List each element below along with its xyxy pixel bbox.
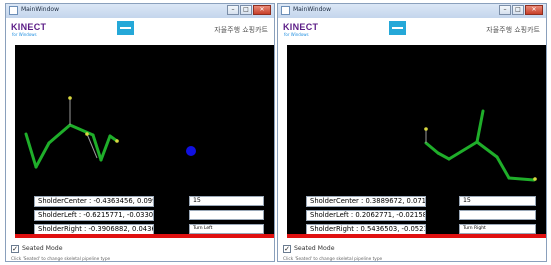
bone bbox=[99, 134, 112, 162]
skeleton-drawing bbox=[24, 96, 196, 169]
skeleton-drawing bbox=[424, 109, 537, 182]
pipeline-hint-text: Click 'Seated' to change skeletal pipeli… bbox=[11, 257, 111, 262]
window-titlebar[interactable]: MainWindow – □ ✕ bbox=[6, 4, 274, 18]
kinect-sensor-icon bbox=[117, 21, 134, 35]
window-app-icon bbox=[9, 6, 18, 15]
seated-mode-label: Seated Mode bbox=[22, 245, 63, 252]
bone bbox=[91, 133, 103, 162]
close-button[interactable]: ✕ bbox=[525, 5, 543, 15]
target-dot bbox=[186, 146, 196, 156]
secondary-field[interactable] bbox=[189, 210, 264, 220]
bone bbox=[47, 123, 72, 145]
window-title: MainWindow bbox=[293, 6, 331, 13]
joint bbox=[533, 177, 537, 181]
bone bbox=[34, 141, 51, 169]
skeleton-bones-right bbox=[424, 109, 536, 182]
kinect-logo-subtitle: for Windows bbox=[12, 32, 37, 37]
kinect-logo: KINECT bbox=[11, 22, 47, 32]
close-button[interactable]: ✕ bbox=[253, 5, 271, 15]
window-titlebar[interactable]: MainWindow – □ ✕ bbox=[278, 4, 546, 18]
distance-field[interactable]: 15 bbox=[459, 196, 536, 206]
bone bbox=[424, 141, 440, 155]
kinect-logo: KINECT bbox=[283, 22, 319, 32]
bone bbox=[507, 176, 536, 182]
seated-mode-checkbox[interactable]: ✓ bbox=[283, 244, 291, 253]
bone bbox=[495, 155, 511, 180]
shoulder-left-readout: SholderLeft : -0.6215771, -0.0330674 bbox=[34, 210, 154, 221]
window-app-icon bbox=[281, 6, 290, 15]
maximize-button[interactable]: □ bbox=[240, 5, 252, 15]
distance-field[interactable]: 15 bbox=[189, 196, 264, 206]
direction-field[interactable]: Turn Left bbox=[189, 224, 264, 234]
joint bbox=[85, 132, 89, 136]
shoulder-left-readout: SholderLeft : 0.2062771, -0.0215861 bbox=[306, 210, 426, 221]
skeleton-bones-left bbox=[24, 123, 119, 169]
seated-mode-checkbox[interactable]: ✓ bbox=[11, 244, 19, 253]
shoulder-center-readout: SholderCenter : -0.4363456, 0.099226 bbox=[34, 196, 154, 207]
main-window-right: MainWindow – □ ✕ KINECT for Windows 자율주행… bbox=[277, 3, 547, 262]
window-controls: – □ ✕ bbox=[499, 5, 543, 15]
bone bbox=[436, 151, 451, 161]
bone bbox=[475, 109, 485, 144]
window-controls: – □ ✕ bbox=[227, 5, 271, 15]
bone bbox=[475, 140, 499, 159]
bone bbox=[24, 132, 38, 169]
bone bbox=[447, 140, 479, 161]
status-bar bbox=[15, 234, 274, 238]
seated-mode-toggle[interactable]: ✓ Seated Mode bbox=[283, 244, 335, 253]
direction-field[interactable]: Turn Right bbox=[459, 224, 536, 234]
main-window-left: MainWindow – □ ✕ KINECT for Windows 자율주행… bbox=[5, 3, 275, 262]
seated-mode-toggle[interactable]: ✓ Seated Mode bbox=[11, 244, 63, 253]
status-bar bbox=[287, 234, 546, 238]
skeleton-viewport bbox=[15, 45, 274, 237]
app-title: 자율주행 쇼핑카트 bbox=[486, 26, 540, 34]
minimize-button[interactable]: – bbox=[227, 5, 239, 15]
minimize-button[interactable]: – bbox=[499, 5, 511, 15]
pipeline-hint-text: Click 'Seated' to change skeletal pipeli… bbox=[283, 257, 383, 262]
kinect-logo-subtitle: for Windows bbox=[284, 32, 309, 37]
joint bbox=[115, 139, 119, 143]
skeleton-viewport bbox=[287, 45, 546, 237]
app-title: 자율주행 쇼핑카트 bbox=[214, 26, 268, 34]
shoulder-center-readout: SholderCenter : 0.3889672, 0.071527 bbox=[306, 196, 426, 207]
window-client-area: KINECT for Windows 자율주행 쇼핑카트 SholderCent… bbox=[278, 18, 546, 261]
joint bbox=[68, 96, 72, 100]
seated-mode-label: Seated Mode bbox=[294, 245, 335, 252]
window-client-area: KINECT for Windows 자율주행 쇼핑카트 SholderCent… bbox=[6, 18, 274, 261]
kinect-sensor-icon bbox=[389, 21, 406, 35]
secondary-field[interactable] bbox=[459, 210, 536, 220]
joint bbox=[424, 127, 428, 131]
window-title: MainWindow bbox=[21, 6, 59, 13]
bone bbox=[68, 123, 95, 137]
maximize-button[interactable]: □ bbox=[512, 5, 524, 15]
